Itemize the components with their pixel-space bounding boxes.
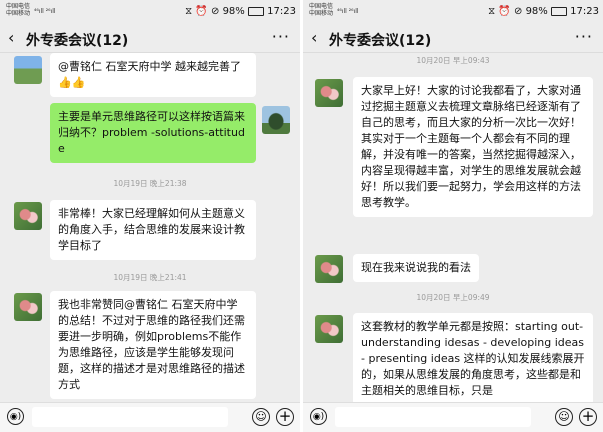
alarm-icon: ⏰: [498, 6, 511, 17]
avatar[interactable]: [315, 315, 343, 343]
message-input[interactable]: [335, 407, 531, 427]
input-bar: ◉) ☺ +: [0, 402, 300, 432]
message-bubble[interactable]: 大家早上好！大家的讨论我都看了，大家对通过挖掘主题意义去梳理文章脉络已经逐渐有了…: [353, 77, 593, 217]
timestamp: 10月19日 晚上21:41: [113, 273, 187, 282]
chat-area[interactable]: 10月20日 早上09:43 大家早上好！大家的讨论我都看了，大家对通过挖掘主题…: [303, 53, 603, 403]
voice-icon[interactable]: ◉): [7, 408, 24, 425]
more-icon[interactable]: ···: [272, 27, 290, 46]
message-row: 现在我来说说我的看法: [303, 254, 603, 284]
plus-icon[interactable]: +: [276, 408, 294, 426]
message-bubble[interactable]: 这套教材的教学单元都是按照：starting out-understanding…: [353, 313, 593, 403]
signal-icon: ⁴⁶ıll ²⁶ıll: [337, 8, 359, 15]
chat-area[interactable]: @曹铭仁 石室天府中学 越来越完善了👍👍 主要是单元思维路径可以这样按语篇来归纳…: [0, 53, 300, 403]
right-screenshot: 中国电信 中国移动 ⁴⁶ıll ²⁶ıll ⧖ ⏰ ⊘ 98% 17:23 ‹ …: [303, 0, 603, 432]
message-bubble[interactable]: 现在我来说说我的看法: [353, 254, 479, 282]
battery-icon: [550, 6, 567, 16]
avatar[interactable]: [315, 255, 343, 283]
message-row: 主要是单元思维路径可以这样按语篇来归纳不？problem -solutions-…: [0, 103, 300, 163]
alarm-icon: ⏰: [195, 6, 208, 17]
mute-icon: ⊘: [210, 6, 220, 17]
message-bubble[interactable]: 我也非常赞同@曹铭仁 石室天府中学 的总结！不过对于思维的路径我们还需要进一步明…: [50, 291, 256, 399]
mute-icon: ⊘: [513, 6, 523, 17]
back-icon[interactable]: ‹: [8, 28, 14, 47]
status-bar: 中国电信 中国移动 ⁴⁶ıll ²⁶ıll ⧖ ⏰ ⊘ 98% 17:23: [0, 0, 300, 26]
vibrate-icon: ⧖: [488, 6, 496, 17]
voice-icon[interactable]: ◉): [310, 408, 327, 425]
chat-title: 外专委会议(12): [329, 33, 432, 49]
message-bubble[interactable]: 非常棒！大家已经理解如何从主题意义的角度入手，结合思维的发展来设计教学目标了: [50, 200, 256, 260]
vibrate-icon: ⧖: [185, 6, 193, 17]
status-icons: ⧖ ⏰ ⊘ 98% 17:23: [185, 6, 296, 17]
message-row: 大家早上好！大家的讨论我都看了，大家对通过挖掘主题意义去梳理文章脉络已经逐渐有了…: [303, 77, 603, 249]
message-row: @曹铭仁 石室天府中学 越来越完善了👍👍: [0, 53, 300, 101]
timestamp: 10月19日 晚上21:38: [113, 179, 187, 188]
status-bar: 中国电信 中国移动 ⁴⁶ıll ²⁶ıll ⧖ ⏰ ⊘ 98% 17:23: [303, 0, 603, 26]
plus-icon[interactable]: +: [579, 408, 597, 426]
emoji-icon[interactable]: ☺: [555, 408, 573, 426]
message-bubble[interactable]: @曹铭仁 石室天府中学 越来越完善了👍👍: [50, 53, 256, 97]
message-input[interactable]: [32, 407, 228, 427]
more-icon[interactable]: ···: [575, 27, 593, 46]
clock: 17:23: [267, 6, 296, 17]
back-icon[interactable]: ‹: [311, 28, 317, 47]
carrier-label: 中国电信 中国移动: [309, 3, 334, 17]
signal-icon: ⁴⁶ıll ²⁶ıll: [34, 8, 56, 15]
message-row: 这套教材的教学单元都是按照：starting out-understanding…: [303, 313, 603, 403]
emoji-icon[interactable]: ☺: [252, 408, 270, 426]
carrier-label: 中国电信 中国移动: [6, 3, 31, 17]
chat-title: 外专委会议(12): [26, 33, 129, 49]
left-screenshot: 中国电信 中国移动 ⁴⁶ıll ²⁶ıll ⧖ ⏰ ⊘ 98% 17:23 ‹ …: [0, 0, 300, 432]
chat-header: ‹ 外专委会议(12) ···: [0, 26, 300, 53]
chat-header: ‹ 外专委会议(12) ···: [303, 26, 603, 53]
input-bar: ◉) ☺ +: [303, 402, 603, 432]
message-row: 我也非常赞同@曹铭仁 石室天府中学 的总结！不过对于思维的路径我们还需要进一步明…: [0, 291, 300, 403]
message-row: 非常棒！大家已经理解如何从主题意义的角度入手，结合思维的发展来设计教学目标了: [0, 200, 300, 260]
timestamp: 10月20日 早上09:49: [416, 293, 490, 302]
avatar[interactable]: [14, 202, 42, 230]
avatar[interactable]: [14, 56, 42, 84]
battery-percent: 98%: [222, 6, 245, 17]
battery-icon: [247, 6, 264, 16]
status-icons: ⧖ ⏰ ⊘ 98% 17:23: [488, 6, 599, 17]
avatar[interactable]: [14, 293, 42, 321]
clock: 17:23: [570, 6, 599, 17]
timestamp: 10月20日 早上09:43: [416, 56, 490, 65]
message-bubble[interactable]: 主要是单元思维路径可以这样按语篇来归纳不？problem -solutions-…: [50, 103, 256, 163]
avatar[interactable]: [262, 106, 290, 134]
avatar[interactable]: [315, 79, 343, 107]
battery-percent: 98%: [525, 6, 548, 17]
